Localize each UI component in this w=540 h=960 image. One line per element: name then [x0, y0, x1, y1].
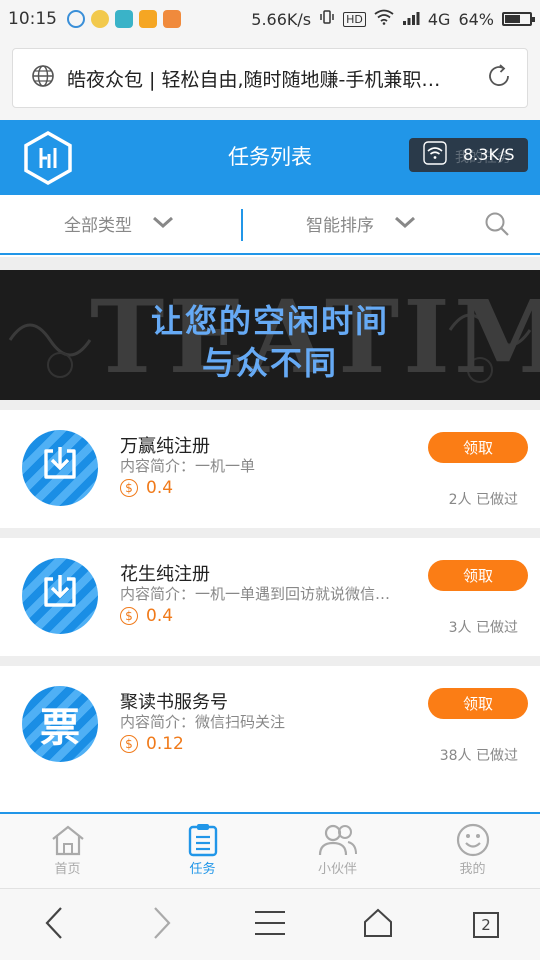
signal-icon: [402, 10, 420, 29]
task-reward: $ 0.4: [120, 478, 173, 498]
task-price: 0.4: [146, 478, 174, 498]
forward-button[interactable]: [127, 895, 197, 955]
task-desc: 内容简介：一机一单: [120, 457, 256, 475]
hd-icon: HD: [343, 11, 366, 27]
filter-bar: 全部类型 智能排序: [0, 195, 540, 255]
banner-line1: 让您的空闲时间: [150, 302, 389, 340]
tab-label: 我的: [459, 862, 486, 877]
coin-icon: $: [120, 735, 138, 753]
tab-mine[interactable]: 我的: [405, 814, 540, 888]
claim-button[interactable]: 领取: [428, 560, 528, 591]
wifi-icon: [374, 9, 394, 29]
tab-partners[interactable]: 小伙伴: [270, 814, 405, 888]
coin-notif-icon: [139, 10, 157, 28]
coin-icon: $: [120, 479, 138, 497]
tab-home[interactable]: 首页: [0, 814, 135, 888]
task-card[interactable]: 万赢纯注册 内容简介：一机一单 $ 0.4 领取 2人 已做过: [0, 400, 540, 528]
task-list: 万赢纯注册 内容简介：一机一单 $ 0.4 领取 2人 已做过 花生纯注册 内容…: [0, 400, 540, 784]
done-count: 3人 已做过: [448, 620, 518, 636]
claim-button[interactable]: 领取: [428, 432, 528, 463]
claim-button[interactable]: 领取: [428, 688, 528, 719]
tab-count: 2: [473, 911, 499, 938]
menu-button[interactable]: [235, 895, 305, 955]
task-price: 0.12: [146, 734, 184, 754]
section-gap: [0, 257, 540, 270]
task-price: 0.4: [146, 606, 174, 626]
sort-filter-label: 智能排序: [306, 216, 374, 236]
task-desc: 内容简介：一机一单遇到回访就说微信…: [120, 585, 391, 603]
task-card[interactable]: 票 聚读书服务号 内容简介：微信扫码关注 $ 0.12 领取 38人 已做过: [0, 656, 540, 784]
task-reward: $ 0.12: [120, 734, 184, 754]
back-button[interactable]: [19, 895, 89, 955]
home-outline-icon: [363, 908, 393, 942]
tab-label: 小伙伴: [317, 862, 357, 877]
chevron-down-icon: [394, 214, 416, 234]
browser-nav-bar: 2: [0, 888, 540, 960]
download-icon: [38, 569, 82, 623]
banner-line2: 与众不同: [201, 344, 338, 382]
battery-percent: 64%: [458, 9, 494, 29]
qq-icon: [67, 10, 85, 28]
message-notif-icon: [163, 10, 181, 28]
coin-icon: $: [120, 607, 138, 625]
net-speed: 5.66K/s: [251, 9, 312, 29]
speed-value: 8.3K/S: [463, 145, 515, 164]
tab-tasks[interactable]: 任务: [135, 814, 270, 888]
app-header: 任务列表 我的任务 8.3K/S: [0, 120, 540, 195]
bottom-tab-bar: 首页 任务 小伙伴 我的: [0, 812, 540, 888]
task-icon: [187, 822, 219, 858]
sort-filter-dropdown[interactable]: 智能排序: [306, 211, 416, 236]
type-filter-dropdown[interactable]: 全部类型: [64, 211, 174, 236]
task-reward: $ 0.4: [120, 606, 173, 626]
menu-icon: [254, 910, 286, 940]
status-bar: 10:15 5.66K/s HD 4G 64%: [0, 0, 540, 38]
tab-label: 首页: [54, 862, 81, 877]
download-icon: [38, 441, 82, 495]
vibrate-icon: [319, 9, 335, 29]
chevron-right-icon: [152, 906, 172, 944]
done-count: 38人 已做过: [439, 748, 518, 764]
chevron-left-icon: [44, 906, 64, 944]
task-thumb: [22, 558, 98, 634]
speed-overlay: 我的任务 8.3K/S: [409, 138, 528, 172]
scan-notif-icon: [115, 10, 133, 28]
partners-icon: [318, 822, 358, 858]
battery-icon: [502, 12, 535, 26]
chevron-down-icon: [152, 214, 174, 234]
network-type: 4G: [427, 9, 451, 29]
task-thumb: [22, 430, 98, 506]
ticket-icon: 票: [22, 686, 98, 762]
status-left: 10:15: [8, 9, 181, 29]
tab-label: 任务: [189, 862, 216, 877]
globe-icon: [31, 64, 55, 92]
smile-icon: [456, 822, 490, 858]
home-icon: [50, 822, 86, 858]
task-card[interactable]: 花生纯注册 内容简介：一机一单遇到回访就说微信… $ 0.4 领取 3人 已做过: [0, 528, 540, 656]
status-right: 5.66K/s HD 4G 64%: [251, 9, 535, 29]
search-icon[interactable]: [484, 211, 510, 241]
home-button[interactable]: [343, 895, 413, 955]
tabs-button[interactable]: 2: [451, 895, 521, 955]
done-count: 2人 已做过: [448, 492, 518, 508]
browser-url-area: 皓夜众包 | 轻松自由,随时随地赚-手机兼职…: [0, 38, 540, 120]
wifi-speed-icon: [423, 141, 447, 169]
battery-fill: [505, 15, 521, 23]
app-notif-icon: [91, 10, 109, 28]
filter-divider: [241, 209, 243, 241]
type-filter-label: 全部类型: [64, 216, 132, 236]
promo-banner[interactable]: TEATIME 让您的空闲时间 与众不同: [0, 270, 540, 400]
page-title[interactable]: 皓夜众包 | 轻松自由,随时随地赚-手机兼职…: [67, 65, 485, 92]
task-desc: 内容简介：微信扫码关注: [120, 713, 286, 731]
url-bar[interactable]: 皓夜众包 | 轻松自由,随时随地赚-手机兼职…: [12, 48, 528, 108]
refresh-icon[interactable]: [485, 62, 513, 94]
status-time: 10:15: [8, 9, 57, 29]
